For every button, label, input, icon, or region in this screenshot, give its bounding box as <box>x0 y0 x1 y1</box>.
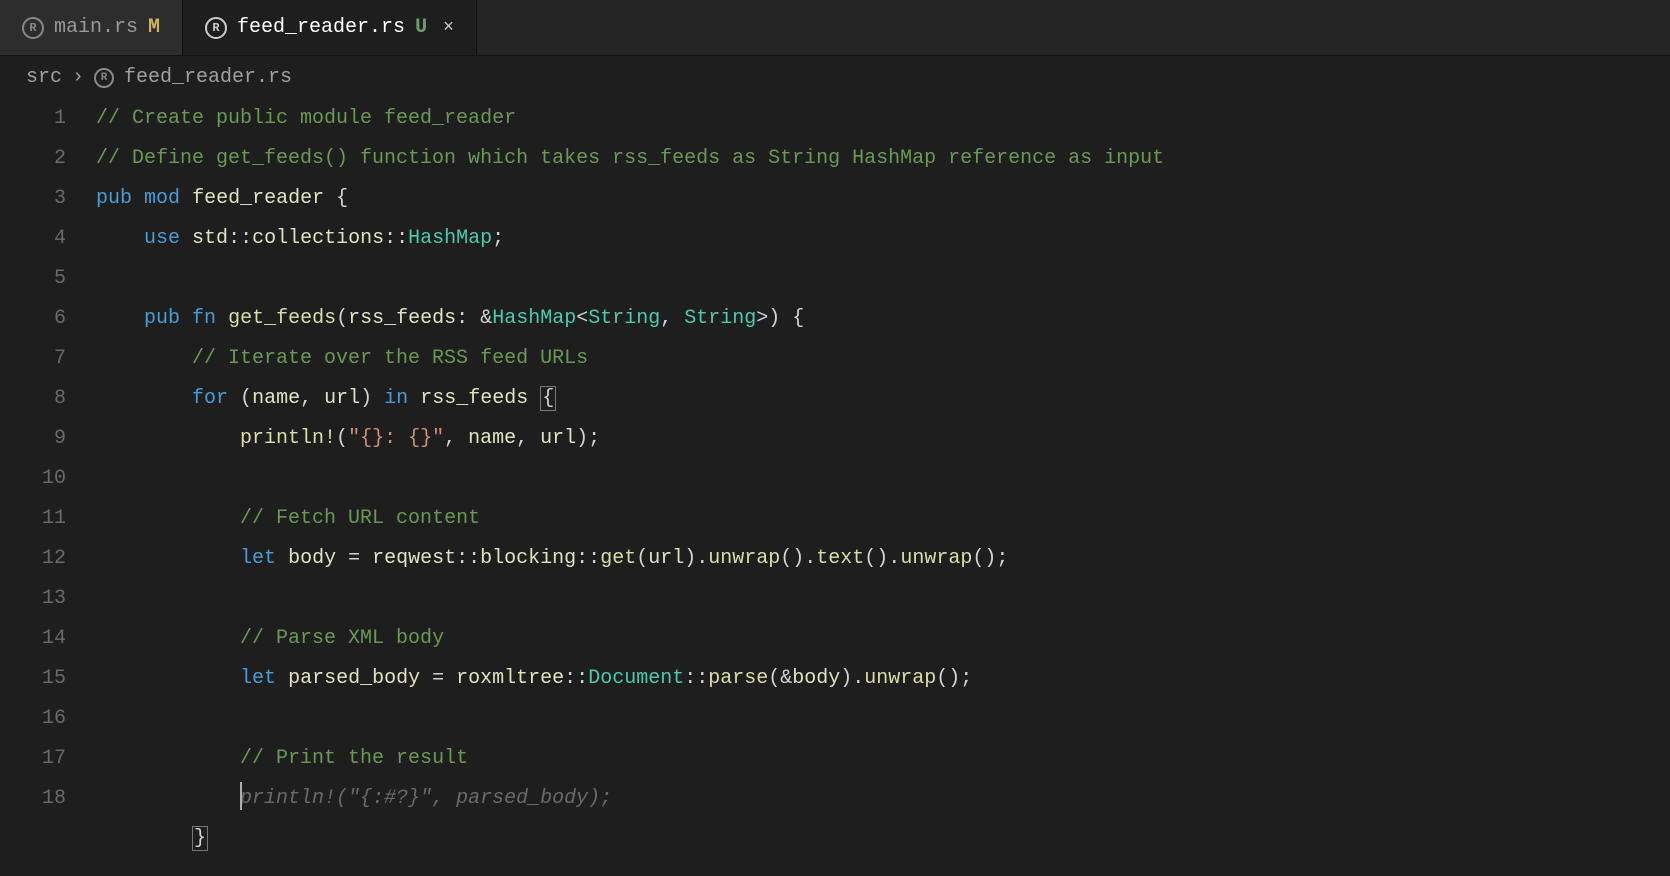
tab-filename: feed_reader.rs <box>237 16 405 39</box>
code-line[interactable]: for (name, url) in rss_feeds { <box>96 379 1670 419</box>
code-area[interactable]: // Create public module feed_reader// De… <box>96 99 1670 859</box>
code-line[interactable] <box>96 579 1670 619</box>
line-number: 11 <box>0 499 66 539</box>
code-line[interactable]: pub mod feed_reader { <box>96 179 1670 219</box>
line-number: 16 <box>0 699 66 739</box>
line-number: 1 <box>0 99 66 139</box>
rust-icon: R <box>94 68 114 88</box>
line-number-gutter: 123456789101112131415161718 <box>0 99 96 859</box>
line-number <box>0 819 66 859</box>
code-line[interactable]: } <box>96 819 1670 859</box>
breadcrumb[interactable]: src › R feed_reader.rs <box>0 56 1670 95</box>
code-line[interactable]: println!("{}: {}", name, url); <box>96 419 1670 459</box>
chevron-right-icon: › <box>72 66 84 89</box>
tab-feed-reader-rs[interactable]: R feed_reader.rs U × <box>183 0 477 55</box>
code-line[interactable]: // Fetch URL content <box>96 499 1670 539</box>
line-number: 5 <box>0 259 66 299</box>
code-line[interactable]: // Create public module feed_reader <box>96 99 1670 139</box>
line-number: 4 <box>0 219 66 259</box>
rust-icon: R <box>205 17 227 39</box>
close-icon[interactable]: × <box>443 18 454 38</box>
git-status-modified: M <box>148 16 160 39</box>
line-number: 17 <box>0 739 66 779</box>
code-line[interactable]: use std::collections::HashMap; <box>96 219 1670 259</box>
line-number: 12 <box>0 539 66 579</box>
line-number: 7 <box>0 339 66 379</box>
line-number: 14 <box>0 619 66 659</box>
code-line[interactable] <box>96 259 1670 299</box>
line-number: 3 <box>0 179 66 219</box>
git-status-untracked: U <box>415 16 427 39</box>
code-line[interactable] <box>96 699 1670 739</box>
code-line[interactable]: // Parse XML body <box>96 619 1670 659</box>
code-editor[interactable]: 123456789101112131415161718 // Create pu… <box>0 95 1670 859</box>
line-number: 2 <box>0 139 66 179</box>
line-number: 6 <box>0 299 66 339</box>
rust-icon: R <box>22 17 44 39</box>
tab-bar: R main.rs M R feed_reader.rs U × <box>0 0 1670 56</box>
code-line[interactable]: pub fn get_feeds(rss_feeds: &HashMap<Str… <box>96 299 1670 339</box>
tab-filename: main.rs <box>54 16 138 39</box>
code-line[interactable]: let parsed_body = roxmltree::Document::p… <box>96 659 1670 699</box>
code-line[interactable]: println!("{:#?}", parsed_body); <box>96 779 1670 819</box>
code-line[interactable]: // Define get_feeds() function which tak… <box>96 139 1670 179</box>
line-number: 18 <box>0 779 66 819</box>
line-number: 15 <box>0 659 66 699</box>
line-number: 9 <box>0 419 66 459</box>
breadcrumb-folder[interactable]: src <box>26 66 62 89</box>
tab-main-rs[interactable]: R main.rs M <box>0 0 183 55</box>
code-line[interactable]: // Print the result <box>96 739 1670 779</box>
code-line[interactable]: // Iterate over the RSS feed URLs <box>96 339 1670 379</box>
line-number: 13 <box>0 579 66 619</box>
line-number: 10 <box>0 459 66 499</box>
code-line[interactable] <box>96 459 1670 499</box>
code-line[interactable]: let body = reqwest::blocking::get(url).u… <box>96 539 1670 579</box>
breadcrumb-file[interactable]: feed_reader.rs <box>124 66 292 89</box>
line-number: 8 <box>0 379 66 419</box>
